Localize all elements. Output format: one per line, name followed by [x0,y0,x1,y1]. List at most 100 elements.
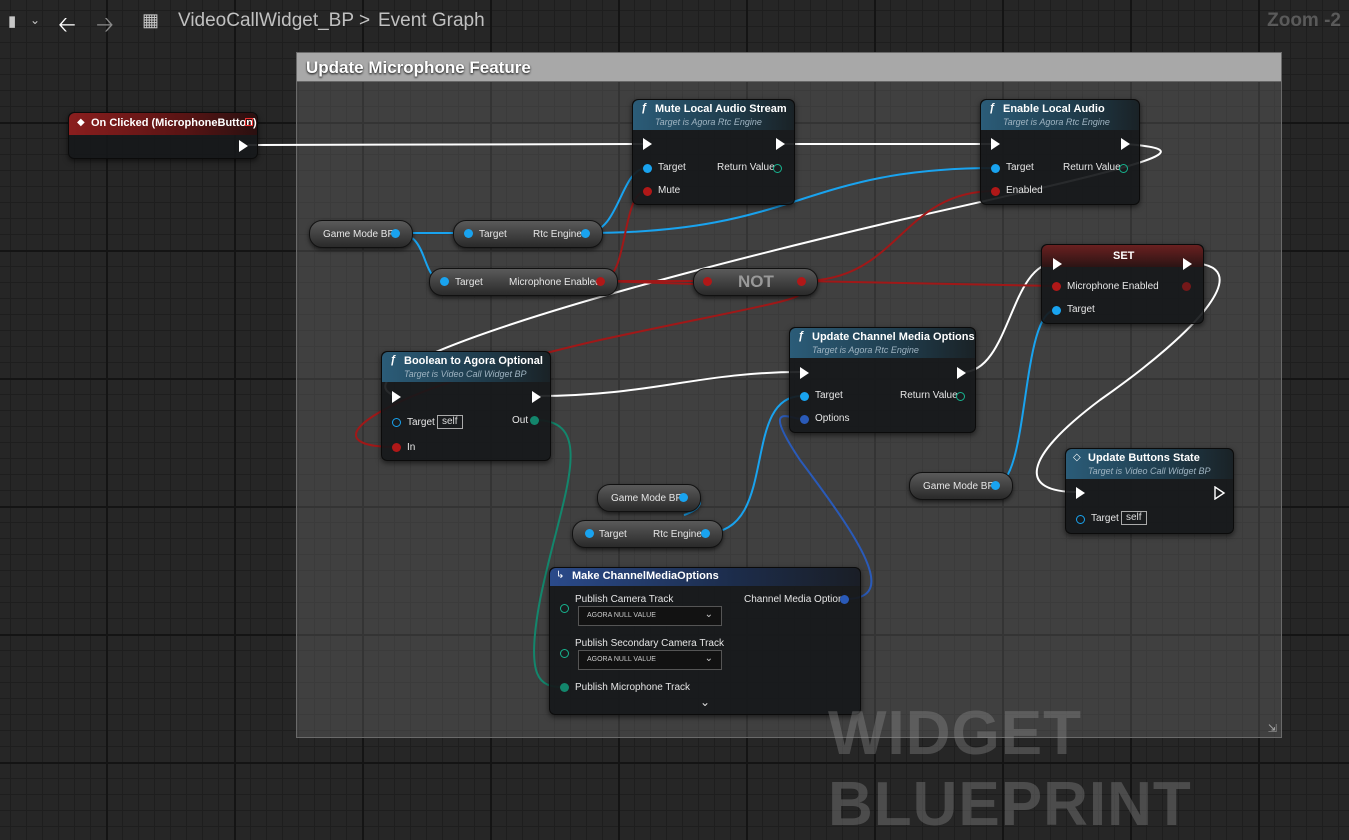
node-header: ƒ Update Channel Media Options Target is… [790,328,975,358]
pin-label: Target [658,162,686,173]
self-field[interactable]: self [1121,511,1147,525]
object-wire [994,309,1057,486]
boolean-to-agora-optional-node[interactable]: ƒ Boolean to Agora Optional Target is Vi… [381,351,551,461]
pin-label: Mute [658,185,681,196]
update-buttons-state-node[interactable]: ◇ Update Buttons State Target is Video C… [1065,448,1234,534]
make-channel-media-options-node[interactable]: ↳ Make ChannelMediaOptions Publish Camer… [549,567,861,715]
on-clicked-node[interactable]: ◆ On Clicked (MicrophoneButton) [68,112,258,159]
self-field[interactable]: self [437,415,463,429]
pin-label: Options [815,413,850,424]
exec-out-pin[interactable] [532,391,541,403]
options-pin[interactable] [800,415,809,424]
exec-out-pin[interactable] [239,140,248,152]
node-label: Game Mode BP [611,493,683,504]
exec-in-pin[interactable] [1053,258,1062,270]
publish-microphone-track-pin[interactable] [560,683,569,692]
target-pin[interactable] [643,164,652,173]
return-value-pin[interactable] [1119,164,1128,173]
target-pin[interactable] [392,418,401,427]
function-icon: ƒ [390,354,397,366]
target-pin[interactable] [585,529,594,538]
target-pin[interactable] [464,229,473,238]
exec-in-pin[interactable] [800,367,809,379]
target-pin[interactable] [1076,515,1085,524]
rtc-engine-getter-node[interactable]: Target Rtc Engine [572,520,723,548]
widget-blueprint-watermark: WIDGET BLUEPRINT [828,699,1192,839]
set-node[interactable]: SET Microphone Enabled Target [1041,244,1204,324]
return-value-pin[interactable] [773,164,782,173]
target-pin[interactable] [440,277,449,286]
input-pin[interactable] [703,277,712,286]
return-value-pin[interactable] [956,392,965,401]
delegate-pin-icon[interactable] [245,118,253,126]
node-header: SET [1042,245,1203,267]
output-pin[interactable] [701,529,710,538]
publish-camera-track-dropdown[interactable]: AGORA NULL VALUE ⌄ [578,606,722,626]
pin-label: Rtc Engine [653,529,702,540]
publish-secondary-camera-track-dropdown[interactable]: AGORA NULL VALUE ⌄ [578,650,722,670]
pin-label: Publish Secondary Camera Track [575,638,724,649]
expand-chevron-icon[interactable]: ⌄ [700,695,710,709]
node-header: ↳ Make ChannelMediaOptions [550,568,860,586]
node-subtitle: Target is Agora Rtc Engine [655,117,762,127]
output-pin[interactable] [581,229,590,238]
enabled-pin[interactable] [991,187,1000,196]
in-pin[interactable] [392,443,401,452]
dropdown-value: AGORA NULL VALUE [587,656,656,663]
microphone-enabled-pin[interactable] [1052,282,1061,291]
mute-local-audio-node[interactable]: ƒ Mute Local Audio Stream Target is Agor… [632,99,795,205]
output-pin[interactable] [679,493,688,502]
update-channel-media-options-node[interactable]: ƒ Update Channel Media Options Target is… [789,327,976,433]
exec-in-pin[interactable] [1076,487,1085,499]
game-mode-bp-node[interactable]: Game Mode BP [909,472,1013,500]
node-title: Enable Local Audio [1003,103,1105,115]
target-pin[interactable] [991,164,1000,173]
exec-in-pin[interactable] [991,138,1000,150]
channel-media-options-pin[interactable] [840,595,849,604]
exec-in-pin[interactable] [643,138,652,150]
pin-label: Return Value [1063,162,1121,173]
node-title: Update Buttons State [1088,452,1200,464]
exec-out-outline-icon [1214,486,1226,500]
exec-out-pin[interactable] [776,138,785,150]
output-pin[interactable] [991,481,1000,490]
output-pin[interactable] [391,229,400,238]
node-title: Mute Local Audio Stream [655,103,787,115]
publish-secondary-camera-track-pin[interactable] [560,649,569,658]
node-header: ƒ Boolean to Agora Optional Target is Vi… [382,352,550,382]
publish-camera-track-pin[interactable] [560,604,569,613]
node-title: SET [1113,250,1135,262]
rtc-engine-getter-node[interactable]: Target Rtc Engine [453,220,603,248]
exec-wire [537,371,801,397]
struct-icon: ↳ [556,570,565,581]
bool-wire [801,280,1057,287]
game-mode-bp-node[interactable]: Game Mode BP [597,484,701,512]
output-pin[interactable] [596,277,605,286]
exec-out-pin[interactable] [1183,258,1192,270]
node-header: ◆ On Clicked (MicrophoneButton) [69,113,257,135]
mute-pin[interactable] [643,187,652,196]
exec-out-pin[interactable] [957,367,966,379]
pin-label: Enabled [1006,185,1043,196]
function-icon: ƒ [989,102,996,114]
enable-local-audio-node[interactable]: ƒ Enable Local Audio Target is Agora Rtc… [980,99,1140,205]
out-pin[interactable] [530,416,539,425]
node-label: Game Mode BP [923,481,995,492]
exec-out-pin[interactable] [1121,138,1130,150]
target-pin[interactable] [800,392,809,401]
node-label: Game Mode BP [323,229,395,240]
output-pin[interactable] [797,277,806,286]
output-pin[interactable] [1182,282,1191,291]
pin-label: Microphone Enabled [1067,281,1159,292]
chevron-down-icon: ⌄ [704,653,713,664]
node-subtitle: Target is Agora Rtc Engine [1003,117,1110,127]
node-header: ◇ Update Buttons State Target is Video C… [1066,449,1233,479]
not-node[interactable]: NOT [693,268,818,296]
microphone-enabled-getter-node[interactable]: Target Microphone Enabled [429,268,618,296]
game-mode-bp-node[interactable]: Game Mode BP [309,220,413,248]
target-pin[interactable] [1052,306,1061,315]
dropdown-value: AGORA NULL VALUE [587,612,656,619]
pin-label: Publish Microphone Track [575,682,691,693]
function-icon: ◇ [1073,452,1081,463]
exec-in-pin[interactable] [392,391,401,403]
